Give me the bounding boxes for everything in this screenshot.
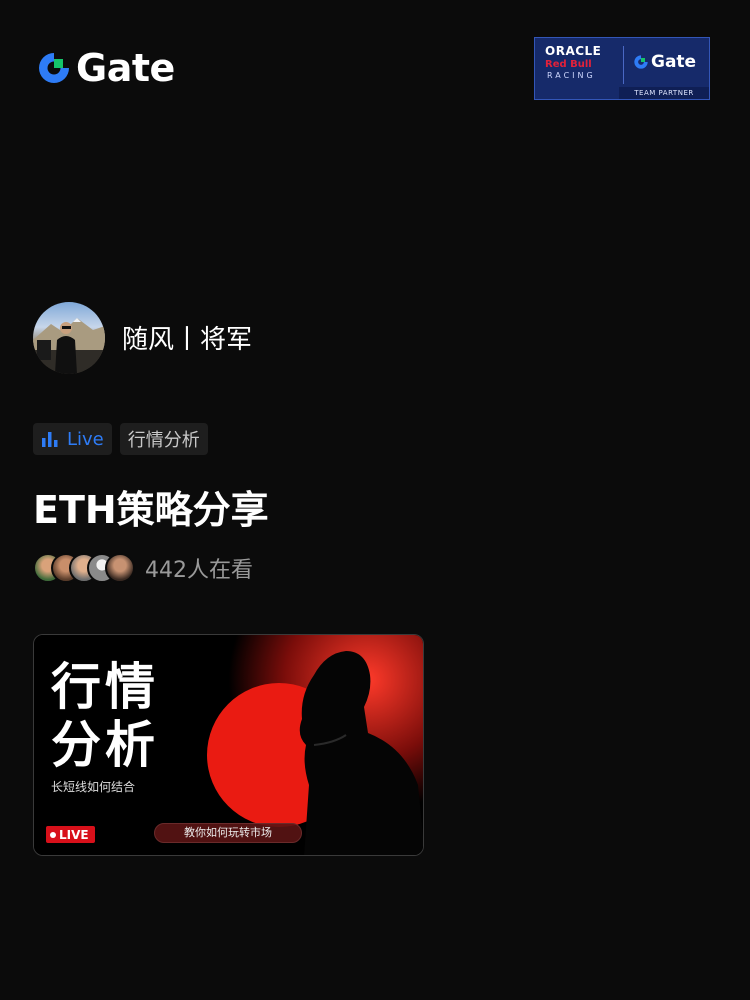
live-dot-icon <box>50 831 56 838</box>
stream-tags: Live 行情分析 <box>33 423 208 455</box>
live-badge: LIVE <box>46 826 95 843</box>
gate-logo: Gate <box>36 46 175 90</box>
thumbnail-caption-pill: 教你如何玩转市场 <box>154 823 302 843</box>
gate-logo-icon <box>634 55 648 69</box>
live-tag-label: Live <box>67 428 104 450</box>
bar-chart-icon <box>42 432 58 447</box>
host-avatar[interactable] <box>33 302 105 374</box>
viewer-count: 442人在看 <box>145 558 253 583</box>
sponsor-divider <box>623 46 624 84</box>
sponsor-redbull-text: Red Bull <box>545 59 592 70</box>
thumbnail-headline-line2: 分析 <box>51 716 159 774</box>
category-tag[interactable]: 行情分析 <box>119 423 208 455</box>
avatar-photo <box>33 318 105 374</box>
sponsor-racing-text: RACING <box>547 71 596 80</box>
stream-thumbnail[interactable]: 行情 分析 长短线如何结合 LIVE 教你如何玩转市场 <box>33 634 424 856</box>
gate-logo-icon <box>39 53 69 83</box>
team-partner-label: TEAM PARTNER <box>619 87 709 99</box>
logo-wordmark: Gate <box>76 46 175 90</box>
sponsor-badge: ORACLE Red Bull RACING Gate TEAM PARTNER <box>534 37 710 100</box>
sponsor-gate-logo: Gate <box>633 52 696 72</box>
sponsor-oracle-text: ORACLE <box>545 44 602 58</box>
live-tag: Live <box>33 423 112 455</box>
thumbnail-subtitle: 长短线如何结合 <box>51 780 136 794</box>
viewer-avatars <box>33 553 135 583</box>
viewer-avatar <box>105 553 135 583</box>
live-badge-label: LIVE <box>59 827 89 842</box>
thumbnail-headline-line1: 行情 <box>51 658 159 716</box>
live-stream-page: Gate ORACLE Red Bull RACING Gate TEAM PA… <box>0 0 750 1000</box>
viewer-summary: 442人在看 <box>33 552 253 584</box>
host-name[interactable]: 随风丨将军 <box>122 322 252 358</box>
stream-title: ETH策略分享 <box>33 488 269 532</box>
sponsor-gate-text: Gate <box>651 52 697 72</box>
